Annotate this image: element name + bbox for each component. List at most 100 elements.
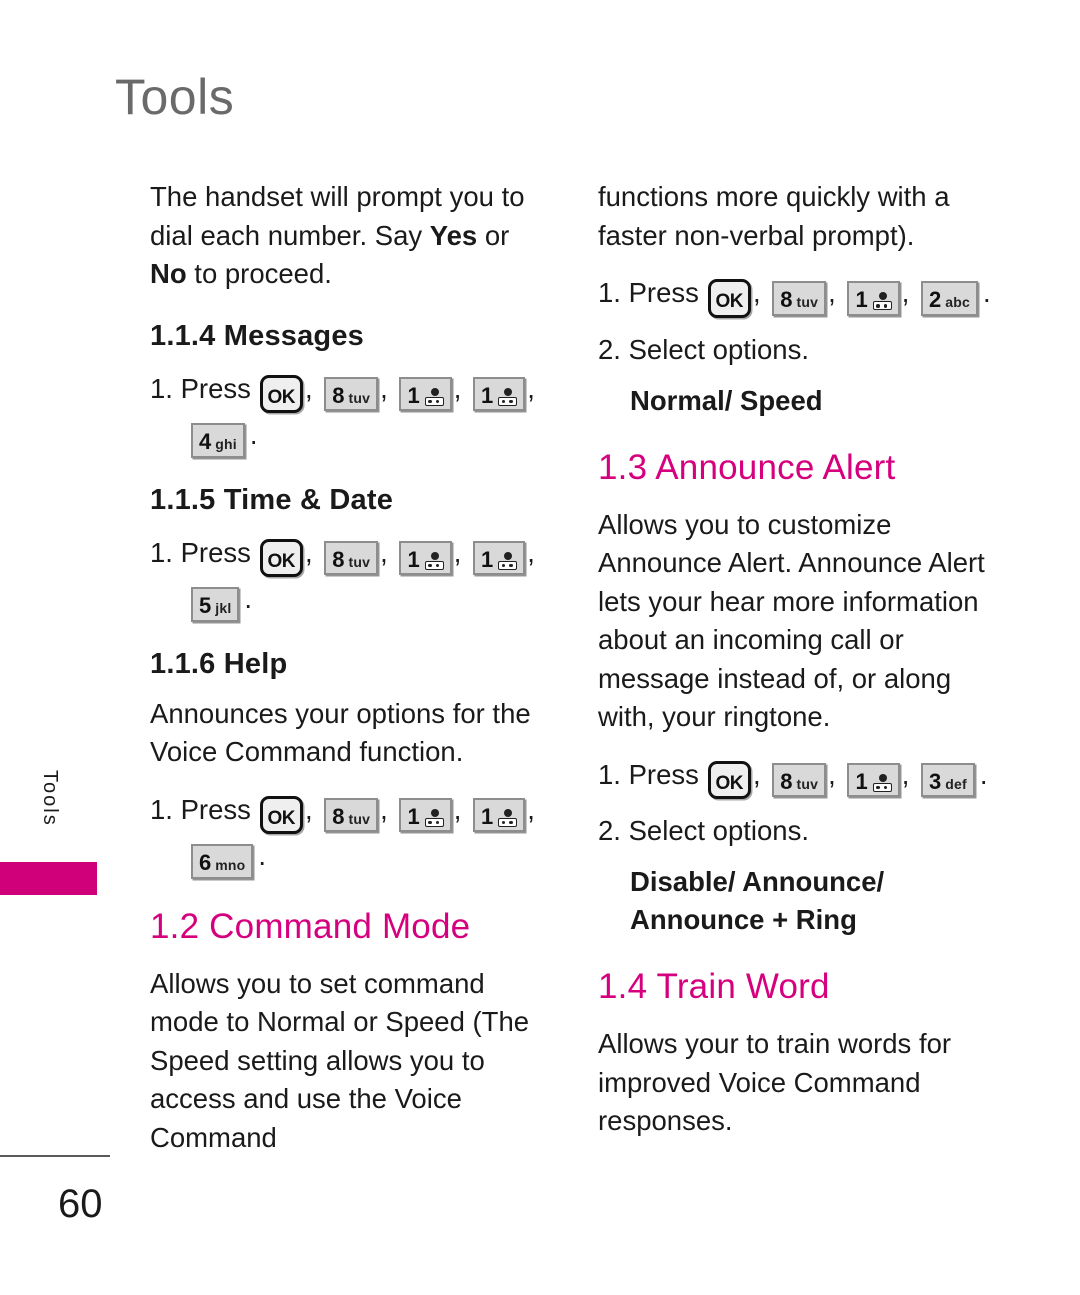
comma: , [305, 536, 313, 568]
comma: , [753, 277, 761, 308]
step-number: 2. [598, 815, 621, 846]
step-text: Select options. [628, 333, 809, 365]
key-1[interactable]: 1 [472, 376, 526, 411]
period: . [258, 840, 267, 871]
key-ok[interactable]: OK [707, 279, 752, 318]
key-2[interactable]: 2 abc [920, 281, 978, 316]
key-ok[interactable]: OK [259, 538, 304, 577]
step-verb: Press [180, 793, 251, 825]
comma: , [828, 277, 836, 308]
key-5[interactable]: 5 jkl [191, 587, 240, 622]
help-body: Announces your options for the Voice Com… [150, 697, 531, 768]
footer-divider [0, 1155, 110, 1157]
command-mode-options: Normal/ Speed [630, 384, 823, 416]
voicemail-icon [424, 551, 444, 571]
intro-text-part2: to proceed. [186, 258, 332, 289]
train-word-body: Allows your to train words for improved … [598, 1028, 952, 1136]
left-text-column: The handset will prompt you to dial each… [150, 178, 550, 1173]
comma: , [753, 758, 761, 790]
step-number: 1. [598, 758, 621, 790]
step-announce-alert-select: 2. Select options. [598, 809, 998, 853]
comma: , [380, 372, 388, 404]
comma: , [901, 277, 910, 308]
step-continuation: 6 mno. [150, 834, 550, 879]
intro-paragraph: The handset will prompt you to dial each… [150, 178, 550, 294]
step-command-mode-select: 2. Select options. [598, 328, 998, 372]
page-number: 60 [58, 1182, 103, 1226]
comma: , [380, 793, 388, 825]
comma: , [305, 372, 313, 404]
key-1[interactable]: 1 [472, 797, 526, 832]
comma: , [527, 372, 535, 404]
step-number: 2. [598, 333, 621, 365]
command-mode-body-continuation: functions more quickly with a faster non… [598, 181, 950, 251]
heading-help: 1.1.6 Help [150, 647, 288, 680]
comma: , [527, 536, 535, 568]
period: . [244, 583, 253, 614]
announce-alert-options-line1: Disable/ Announce/ [630, 866, 885, 897]
step-verb: Press [180, 536, 251, 568]
step-command-mode-press: 1. Press OK, 8 tuv, 1, 2 abc. [598, 271, 998, 318]
comma: , [828, 758, 836, 790]
step-verb: Press [180, 372, 251, 404]
voicemail-icon [872, 773, 892, 793]
key-8[interactable]: 8 tuv [772, 762, 827, 797]
period: . [249, 419, 258, 450]
voicemail-icon [498, 387, 518, 407]
page-title: Tools [115, 69, 235, 125]
comma: , [305, 793, 313, 825]
key-4[interactable]: 4 ghi [191, 423, 245, 458]
comma: , [453, 793, 462, 825]
heading-messages: 1.1.4 Messages [150, 319, 364, 352]
step-announce-alert-press: 1. Press OK, 8 tuv, 1, 3 def. [598, 753, 998, 799]
side-tab-color-swatch [0, 862, 97, 895]
key-ok[interactable]: OK [259, 374, 304, 413]
key-1[interactable]: 1 [472, 540, 526, 575]
key-ok[interactable]: OK [259, 795, 304, 834]
key-8[interactable]: 8 tuv [324, 797, 379, 832]
key-1[interactable]: 1 [399, 376, 452, 411]
key-8[interactable]: 8 tuv [324, 376, 379, 411]
comma: , [901, 758, 910, 790]
right-text-column: functions more quickly with a faster non… [598, 178, 998, 1157]
step-number: 1. [598, 277, 621, 308]
key-1[interactable]: 1 [847, 281, 900, 316]
voicemail-icon [498, 808, 518, 828]
intro-yes: Yes [429, 219, 478, 251]
step-number: 1. [150, 372, 173, 404]
comma: , [453, 536, 462, 568]
key-6[interactable]: 6 mno [191, 844, 254, 879]
key-1[interactable]: 1 [399, 540, 452, 575]
intro-no: No [150, 258, 187, 289]
command-mode-body: Allows you to set command mode to Normal… [150, 967, 530, 1153]
heading-train-word: 1.4 Train Word [598, 967, 830, 1006]
step-number: 1. [150, 793, 173, 825]
key-8[interactable]: 8 tuv [324, 540, 379, 575]
step-help-press: 1. Press OK, 8 tuv, 1, 1, 6 mno. [150, 788, 550, 879]
heading-announce-alert: 1.3 Announce Alert [598, 447, 896, 487]
announce-alert-options-line2: Announce + Ring [630, 904, 857, 935]
key-8[interactable]: 8 tuv [772, 281, 827, 316]
chapter-side-tab: Tools [0, 760, 98, 930]
comma: , [527, 793, 535, 825]
voicemail-icon [424, 808, 444, 828]
step-continuation: 4 ghi. [150, 413, 550, 458]
key-1[interactable]: 1 [399, 797, 452, 832]
key-1[interactable]: 1 [847, 762, 900, 797]
step-continuation: 5 jkl. [150, 577, 550, 622]
step-number: 1. [150, 536, 173, 568]
announce-alert-body: Allows you to customize Announce Alert. … [598, 508, 985, 733]
key-ok[interactable]: OK [707, 760, 752, 799]
heading-command-mode: 1.2 Command Mode [150, 906, 471, 946]
period: . [982, 277, 991, 308]
key-3[interactable]: 3 def [920, 762, 975, 797]
intro-mid: or [477, 219, 510, 251]
comma: , [453, 372, 462, 404]
step-verb: Press [628, 758, 699, 790]
voicemail-icon [498, 551, 518, 571]
voicemail-icon [872, 292, 892, 311]
step-messages-press: 1. Press OK, 8 tuv, 1, 1, 4 ghi. [150, 367, 550, 458]
step-time-date-press: 1. Press OK, 8 tuv, 1, 1, 5 jkl. [150, 531, 550, 622]
voicemail-icon [424, 387, 444, 407]
period: . [979, 758, 988, 790]
